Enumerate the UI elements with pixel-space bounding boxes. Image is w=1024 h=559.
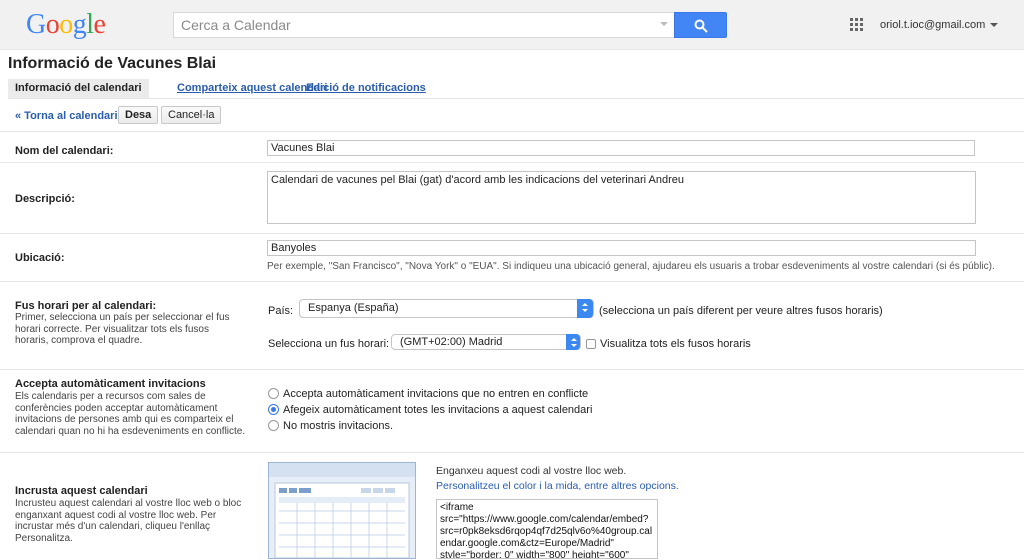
chevron-down-icon <box>990 23 999 28</box>
select-arrows-icon <box>577 299 593 318</box>
location-field[interactable] <box>267 240 976 256</box>
settings-tabs: Informació del calendari Comparteix aque… <box>8 79 1024 99</box>
radio-no-invitations[interactable] <box>268 420 279 431</box>
location-hint: Per exemple, "San Francisco", "Nova York… <box>267 261 995 272</box>
country-hint: (selecciona un país diferent per veure a… <box>599 305 883 317</box>
logo-letter: l <box>86 9 94 40</box>
show-all-timezones-label: Visualitza tots els fusos horaris <box>600 338 751 350</box>
country-label: País: <box>268 305 294 317</box>
search-icon <box>694 19 708 33</box>
radio-add-all-invitations[interactable] <box>268 404 279 415</box>
customize-embed-link[interactable]: Personalitzeu el color i la mida, entre … <box>436 480 679 492</box>
divider <box>0 369 1024 370</box>
search-button[interactable] <box>674 12 727 38</box>
select-arrows-icon <box>566 334 580 350</box>
embed-help: Incrusteu aquest calendari al vostre llo… <box>15 498 242 544</box>
radio-label-no-invitations: No mostris invitacions. <box>283 420 394 432</box>
radio-label-accept-nonconflicting: Accepta automàticament invitacions que n… <box>283 388 589 400</box>
search-input[interactable] <box>174 13 654 37</box>
save-button[interactable]: Desa <box>118 106 159 124</box>
location-label: Ubicació: <box>15 252 65 264</box>
google-logo[interactable]: Google <box>26 9 106 41</box>
back-to-calendar-link[interactable]: « Torna al calendari <box>15 110 118 122</box>
timezone-help: Primer, selecciona un país per seleccion… <box>15 312 230 346</box>
tab-calendar-info[interactable]: Informació del calendari <box>8 79 149 98</box>
radio-accept-nonconflicting[interactable] <box>268 388 279 399</box>
account-email: oriol.t.ioc@gmail.com <box>880 19 986 31</box>
search-dropdown-icon[interactable] <box>660 22 668 26</box>
divider <box>0 233 1024 234</box>
country-select-value: Espanya (España) <box>308 302 399 314</box>
tab-edit-notifications[interactable]: Edició de notificacions <box>299 79 433 98</box>
show-all-timezones-checkbox[interactable] <box>586 339 596 349</box>
timezone-select-label: Selecciona un fus horari: <box>268 338 390 350</box>
embed-instruction: Enganxeu aquest codi al vostre lloc web. <box>436 465 627 477</box>
divider <box>0 281 1024 282</box>
embed-label: Incrusta aquest calendari <box>15 485 148 497</box>
divider <box>0 162 1024 163</box>
timezone-select[interactable]: (GMT+02:00) Madrid <box>391 334 581 350</box>
timezone-select-value: (GMT+02:00) Madrid <box>400 336 503 348</box>
country-select[interactable]: Espanya (España) <box>299 299 594 318</box>
timezone-label: Fus horari per al calendari: <box>15 300 157 312</box>
account-menu[interactable]: oriol.t.ioc@gmail.com <box>880 19 999 31</box>
cancel-button[interactable]: Cancel·la <box>161 106 222 124</box>
search-box[interactable] <box>173 12 675 38</box>
divider <box>0 452 1024 453</box>
logo-letter: o <box>45 9 60 40</box>
embed-preview-image <box>268 462 416 559</box>
description-label: Descripció: <box>15 193 75 205</box>
invitations-help: Els calendaris per a recursos com sales … <box>15 391 246 437</box>
description-field[interactable]: Calendari de vacunes pel Blai (gat) d'ac… <box>267 171 976 224</box>
logo-letter: G <box>26 9 46 40</box>
top-bar: Google oriol.t.ioc@gmail.com <box>0 0 1024 50</box>
embed-code-field[interactable]: <iframe src="https://www.google.com/cale… <box>436 499 658 559</box>
calendar-name-label: Nom del calendari: <box>15 145 114 157</box>
calendar-name-field[interactable] <box>267 140 975 156</box>
apps-grid-icon[interactable] <box>850 18 864 32</box>
invitations-label: Accepta automàticament invitacions <box>15 378 206 390</box>
logo-letter: e <box>93 9 106 40</box>
radio-label-add-all-invitations: Afegeix automàticament totes les invitac… <box>283 404 593 416</box>
page-title: Informació de Vacunes Blai <box>8 55 217 72</box>
divider <box>0 131 1024 132</box>
logo-letter: o <box>59 9 73 40</box>
logo-letter: g <box>72 9 87 40</box>
